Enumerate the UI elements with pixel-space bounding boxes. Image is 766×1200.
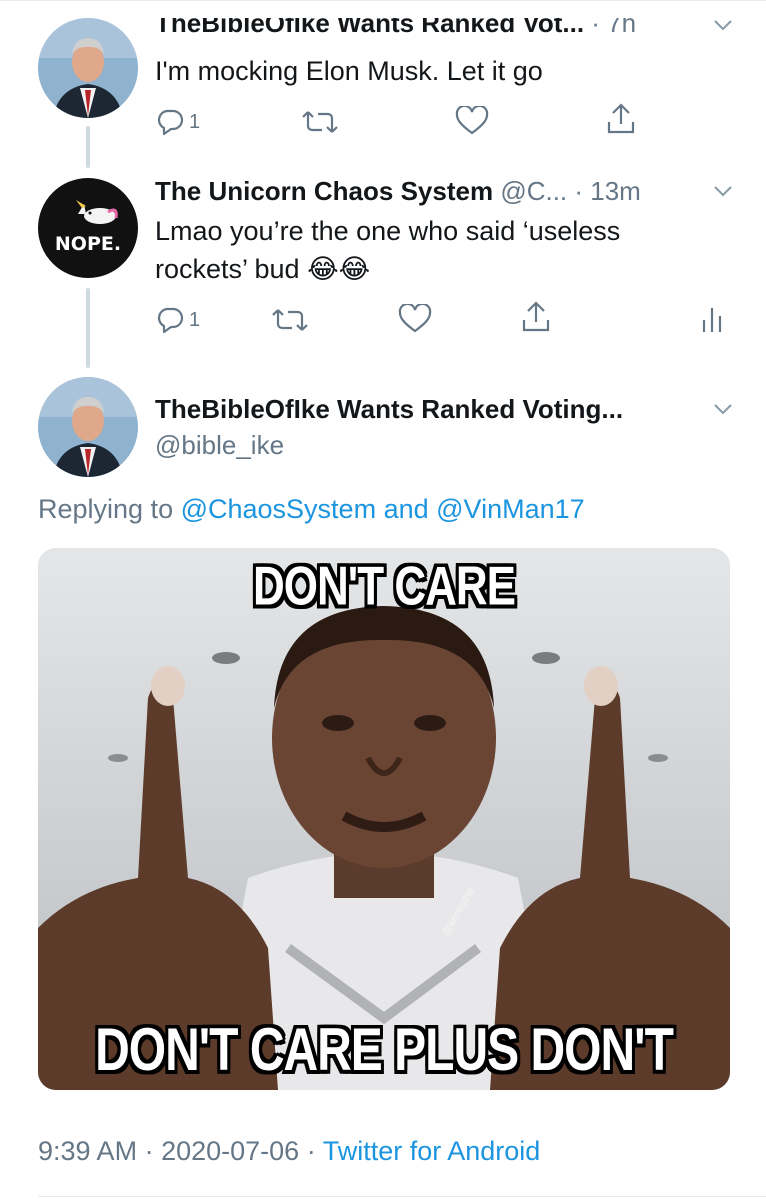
reply-button[interactable]: 1 xyxy=(155,306,200,334)
tweet-date: 2020-07-06 xyxy=(161,1136,300,1166)
avatar-text: NOPE. xyxy=(55,233,121,255)
meme-top-caption: DON'T CARE xyxy=(252,555,516,617)
reply-button[interactable]: 1 xyxy=(155,108,200,136)
bottom-divider xyxy=(38,1196,766,1197)
tweet-media-image[interactable]: DON'T CARE DON'T CARE PLUS DON'T CARE @k… xyxy=(38,548,730,1090)
tweet-header: The Unicorn Chaos System @C... · 13m xyxy=(155,176,641,207)
like-icon[interactable] xyxy=(398,304,432,334)
chevron-down-icon[interactable] xyxy=(712,180,734,202)
like-icon[interactable] xyxy=(455,106,489,136)
handle[interactable]: @C... xyxy=(500,176,567,206)
replying-to: Replying to @ChaosSystem and @VinMan17 xyxy=(38,494,585,525)
tweet-header: TheBibleOfIke Wants Ranked Vot... · 7h xyxy=(155,8,636,39)
tweet-text-line: Lmao you’re the one who said ‘useless xyxy=(155,216,621,246)
separator: · xyxy=(137,1136,162,1166)
share-icon[interactable] xyxy=(606,102,636,136)
avatar[interactable]: NOPE. xyxy=(38,178,138,278)
chevron-down-icon[interactable] xyxy=(712,398,734,420)
reply-icon xyxy=(157,307,184,334)
meme-photo xyxy=(38,548,730,1090)
avatar[interactable] xyxy=(38,18,138,118)
retweet-icon[interactable] xyxy=(300,108,340,136)
reply-count: 1 xyxy=(189,110,201,133)
separator: · xyxy=(299,1136,323,1166)
tweet-time: 9:39 AM xyxy=(38,1136,138,1166)
reply-count: 1 xyxy=(189,308,201,331)
timestamp[interactable]: 13m xyxy=(590,176,641,206)
handle[interactable]: @bible_ike xyxy=(155,430,284,461)
separator: · xyxy=(567,176,591,206)
tweet-text: I'm mocking Elon Musk. Let it go xyxy=(155,56,543,86)
display-name[interactable]: TheBibleOfIke Wants Ranked Voting... xyxy=(155,394,623,425)
top-divider xyxy=(0,0,766,1)
thread-line xyxy=(86,288,90,368)
mention-link[interactable]: @VinMan17 xyxy=(436,494,585,524)
display-name[interactable]: The Unicorn Chaos System xyxy=(155,176,493,206)
reply-icon xyxy=(157,109,184,136)
separator: · xyxy=(584,8,608,38)
tweet-text-line: rockets’ bud 😂😂 xyxy=(155,254,371,284)
timestamp[interactable]: 7h xyxy=(607,18,636,38)
display-name[interactable]: TheBibleOfIke Wants Ranked Vot... xyxy=(155,18,584,38)
replying-prefix: Replying to xyxy=(38,494,181,524)
share-icon[interactable] xyxy=(521,300,551,334)
chevron-down-icon[interactable] xyxy=(712,14,734,36)
avatar[interactable] xyxy=(38,377,138,477)
mention-link[interactable]: @ChaosSystem xyxy=(181,494,376,524)
retweet-icon[interactable] xyxy=(270,306,310,334)
thread-line xyxy=(86,126,90,168)
tweet-text: Lmao you’re the one who said ‘useless ro… xyxy=(155,212,620,288)
meme-bottom-caption: DON'T CARE PLUS DON'T CARE xyxy=(95,1017,674,1091)
tweet-footer: 9:39 AM · 2020-07-06 · Twitter for Andro… xyxy=(38,1136,540,1167)
analytics-icon[interactable] xyxy=(700,306,724,334)
replying-and[interactable]: and xyxy=(376,494,436,524)
tweet-source-link[interactable]: Twitter for Android xyxy=(323,1136,541,1166)
